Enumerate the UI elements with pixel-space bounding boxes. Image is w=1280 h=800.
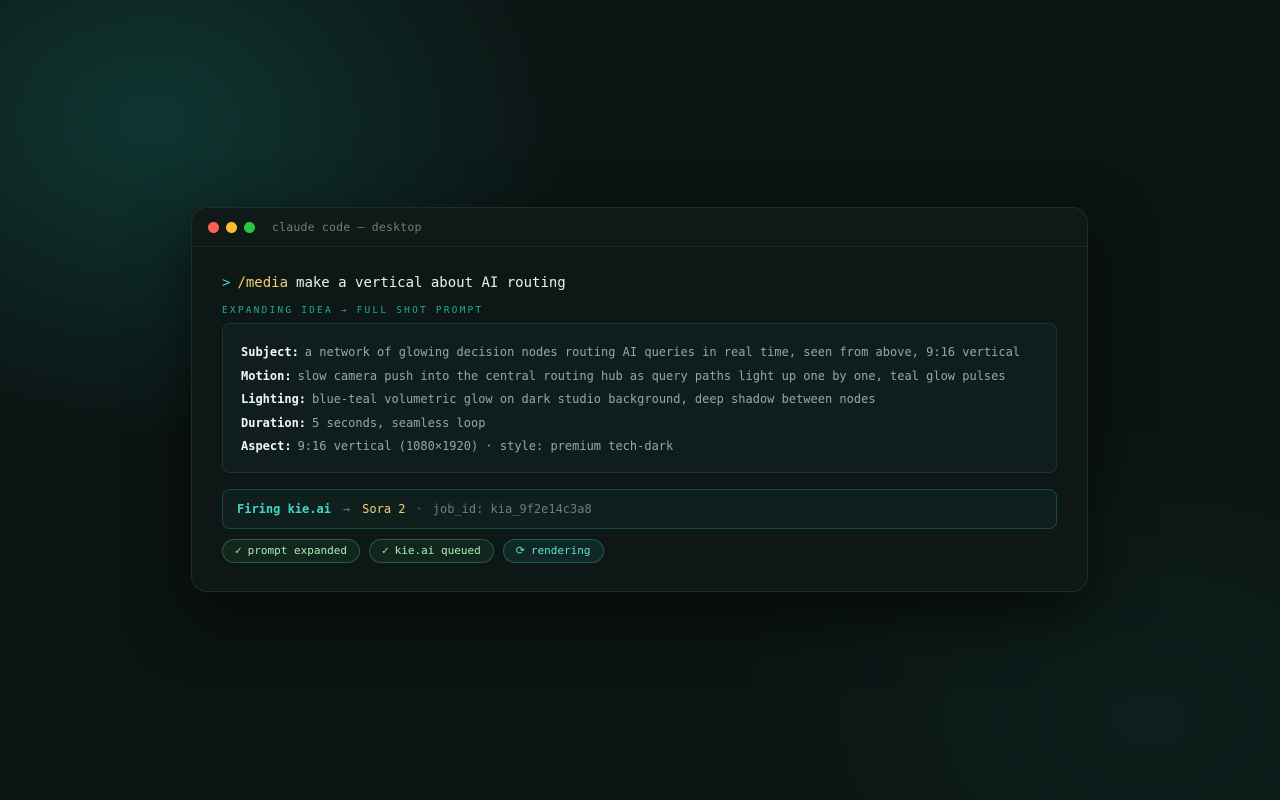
terminal-content: >/media make a vertical about AI routing …: [192, 247, 1087, 563]
prompt-field-motion: Motion: slow camera push into the central…: [241, 365, 1038, 389]
field-key: Subject:: [241, 345, 299, 359]
status-chips: ✓ prompt expanded ✓ kie.ai queued ⟳ rend…: [222, 538, 1057, 563]
prompt-field-aspect: Aspect: 9:16 vertical (1080×1920) · style…: [241, 435, 1038, 459]
chip-label: prompt expanded: [247, 544, 347, 557]
chip-label: kie.ai queued: [394, 544, 481, 557]
field-key: Aspect:: [241, 439, 292, 453]
window-title: claude code — desktop: [272, 220, 422, 234]
prompt-field-lighting: Lighting: blue-teal volumetric glow on da…: [241, 388, 1038, 412]
job-id[interactable]: job_id: kia_9f2e14c3a8: [433, 502, 592, 516]
title-bar: claude code — desktop: [192, 208, 1087, 247]
field-value: 9:16 vertical (1080×1920) · style: premi…: [297, 439, 674, 453]
terminal-window: claude code — desktop > /media make a vert…: [191, 207, 1088, 592]
field-value: 5 seconds, seamless loop: [312, 415, 486, 430]
command-line[interactable]: > /media make a vertical about AI routing: [222, 274, 1057, 292]
firing-status-bar: Firing kie.ai → Sora 2 · job_id: kia_9f2…: [222, 488, 1057, 529]
status-chip-queued: ✓ kie.ai queued: [368, 538, 494, 563]
separator-dot: ·: [415, 501, 423, 516]
slash-command: /media: [237, 275, 289, 291]
close-window-button[interactable]: [208, 221, 219, 233]
field-value: a network of glowing decision nodes rout…: [304, 345, 1021, 359]
model-name: Sora 2: [362, 501, 406, 516]
field-key: Lighting:: [241, 392, 307, 406]
refresh-icon: ⟳: [515, 544, 525, 557]
arrow-right-icon: →: [342, 501, 351, 516]
check-icon: ✓: [235, 544, 242, 557]
status-chip-rendering: ⟳ rendering: [502, 538, 604, 563]
prompt-field-duration: Duration: 5 seconds, seamless loop: [241, 412, 1038, 436]
field-value: slow camera push into the central routin…: [297, 368, 1006, 383]
chip-label: rendering: [530, 544, 591, 557]
check-icon: ✓: [381, 544, 389, 557]
field-key: Duration:: [241, 415, 307, 430]
maximize-window-button[interactable]: [244, 221, 255, 233]
status-chip-prompt-expanded: ✓ prompt expanded: [222, 538, 360, 563]
prompt-caret: >: [222, 275, 231, 291]
section-label: EXPANDING IDEA → FULL SHOT PROMPT: [222, 305, 484, 316]
shot-prompt-card: Subject: a network of glowing decision no…: [222, 323, 1057, 473]
prompt-field-subject: Subject: a network of glowing decision no…: [241, 341, 1038, 365]
field-value: blue-teal volumetric glow on dark studio…: [312, 392, 876, 406]
firing-label: Firing kie.ai: [237, 501, 331, 516]
field-key: Motion:: [241, 368, 292, 383]
minimize-window-button[interactable]: [226, 221, 237, 233]
command-text: make a vertical about AI routing: [296, 275, 566, 291]
